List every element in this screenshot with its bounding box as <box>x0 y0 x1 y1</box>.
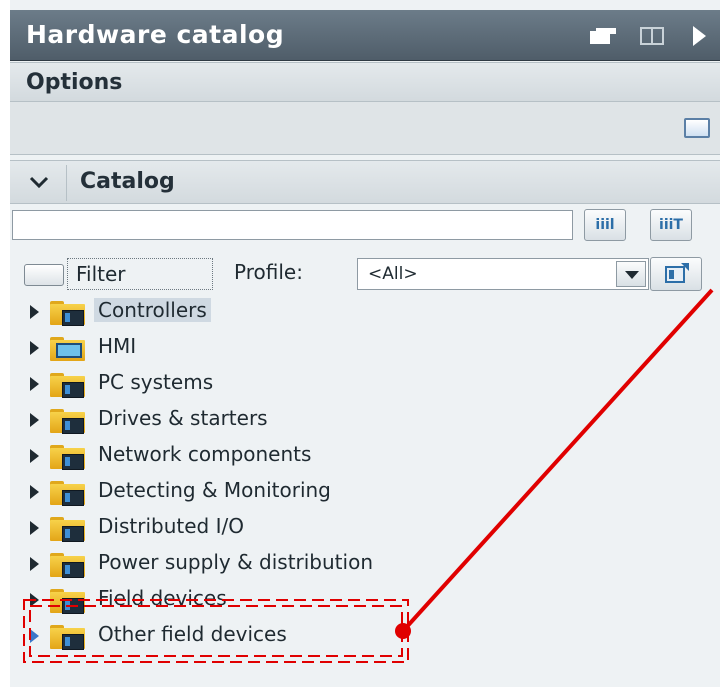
tree-item-network-components[interactable]: Network components <box>10 438 720 474</box>
tree-item-label: Other field devices <box>98 622 287 646</box>
options-toolbar <box>10 102 720 155</box>
expand-arrow-icon[interactable] <box>30 485 39 499</box>
tree-item-controllers[interactable]: Controllers <box>10 294 720 330</box>
search-up-button[interactable]: iiiT <box>650 209 692 241</box>
profile-manage-icon[interactable] <box>650 257 702 291</box>
collapse-arrow-icon[interactable] <box>693 26 706 46</box>
tree-item-drives-starters[interactable]: Drives & starters <box>10 402 720 438</box>
dropdown-arrow-icon[interactable] <box>616 261 646 287</box>
view-mode-icon[interactable] <box>684 118 710 138</box>
tree-item-power-supply[interactable]: Power supply & distribution <box>10 546 720 582</box>
tree-item-field-devices[interactable]: Field devices <box>10 582 720 618</box>
tree-item-hmi[interactable]: HMI <box>10 330 720 366</box>
expand-arrow-icon[interactable] <box>30 305 39 319</box>
expand-arrow-icon[interactable] <box>30 629 39 643</box>
title-bar: Hardware catalog <box>10 10 720 61</box>
tree-item-label: HMI <box>98 334 137 358</box>
tree-item-label: PC systems <box>98 370 214 394</box>
distributed-io-folder-icon <box>50 515 85 542</box>
filter-checkbox[interactable] <box>24 264 64 286</box>
window-title: Hardware catalog <box>26 20 285 49</box>
tree-item-label: Network components <box>98 442 312 466</box>
pin-icon[interactable] <box>590 28 616 44</box>
hardware-catalog-panel: Hardware catalog Options Catalog iiil ii… <box>10 0 720 687</box>
drives-folder-icon <box>50 407 85 434</box>
power-folder-icon <box>50 551 85 578</box>
tree-item-label: Field devices <box>98 586 227 610</box>
expand-arrow-icon[interactable] <box>30 449 39 463</box>
search-down-button[interactable]: iiil <box>584 209 626 241</box>
options-label: Options <box>26 70 123 95</box>
tree-item-label: Controllers <box>94 298 211 322</box>
tree-item-label: Distributed I/O <box>98 514 244 538</box>
field-devices-folder-icon <box>50 587 85 614</box>
profile-selected-value: <All> <box>368 264 418 284</box>
pc-folder-icon <box>50 371 85 398</box>
controller-folder-icon <box>50 299 85 326</box>
tree-item-pc-systems[interactable]: PC systems <box>10 366 720 402</box>
profile-label: Profile: <box>234 260 303 284</box>
detecting-folder-icon <box>50 479 85 506</box>
hmi-folder-icon <box>50 335 85 361</box>
other-field-devices-folder-icon <box>50 623 85 650</box>
tree-item-other-field-devices[interactable]: Other field devices <box>10 618 720 654</box>
network-folder-icon <box>50 443 85 470</box>
catalog-section-header[interactable]: Catalog <box>10 160 720 204</box>
expand-arrow-icon[interactable] <box>30 377 39 391</box>
expand-arrow-icon[interactable] <box>30 341 39 355</box>
expand-arrow-icon[interactable] <box>30 521 39 535</box>
tree-item-label: Detecting & Monitoring <box>98 478 331 502</box>
split-view-icon[interactable] <box>640 27 664 45</box>
expand-arrow-icon[interactable] <box>30 413 39 427</box>
hardware-catalog-window: Hardware catalog Options Catalog iiil ii… <box>0 0 720 687</box>
catalog-label: Catalog <box>80 169 175 194</box>
tree-item-label: Power supply & distribution <box>98 550 373 574</box>
profile-select[interactable]: <All> <box>357 258 649 290</box>
filter-label[interactable]: Filter <box>67 258 213 290</box>
tree-item-label: Drives & starters <box>98 406 268 430</box>
left-margin <box>0 0 10 687</box>
expand-arrow-icon[interactable] <box>30 593 39 607</box>
tree-item-detecting-monitoring[interactable]: Detecting & Monitoring <box>10 474 720 510</box>
tree-item-distributed-io[interactable]: Distributed I/O <box>10 510 720 546</box>
catalog-search-input[interactable] <box>12 210 573 240</box>
options-section-header[interactable]: Options <box>10 62 720 102</box>
header-divider <box>66 165 67 201</box>
expand-arrow-icon[interactable] <box>30 557 39 571</box>
chevron-down-icon[interactable] <box>28 171 50 193</box>
